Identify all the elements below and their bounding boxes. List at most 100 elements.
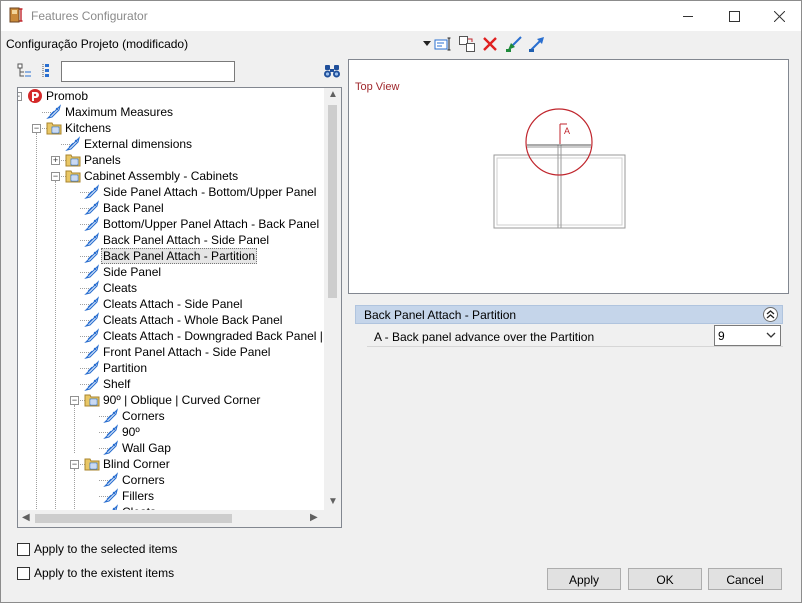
tree-item[interactable]: Bottom/Upper Panel Attach - Back Panel	[18, 216, 324, 232]
tree-item[interactable]: Maximum Measures	[18, 104, 324, 120]
scroll-down-arrow-icon[interactable]: ▼	[328, 496, 338, 507]
collapse-node-icon[interactable]: −	[18, 92, 22, 101]
feature-tree-panel: − Promob Maximum Measures − Kitchens External…	[15, 59, 342, 529]
scroll-up-arrow-icon[interactable]: ▲	[328, 89, 338, 100]
tree-item-label: Cleats Attach - Whole Back Panel	[103, 313, 283, 327]
tree-item-label: Corners	[122, 409, 165, 423]
tree-item-label: Cleats Attach - Downgraded Back Panel | …	[103, 329, 324, 343]
delete-x-icon	[483, 37, 497, 51]
tree-horizontal-scrollbar[interactable]: ◀ ▶	[18, 510, 341, 527]
tree-item[interactable]: 90º	[18, 424, 324, 440]
title-bar: Features Configurator	[1, 1, 801, 31]
tree-item[interactable]: Cleats	[18, 280, 324, 296]
tag-icon	[84, 280, 100, 296]
import-arrow-icon	[506, 36, 522, 52]
copy-configuration-button[interactable]	[457, 34, 477, 54]
property-value-select[interactable]: 9	[714, 325, 781, 346]
apply-existent-checkbox[interactable]	[17, 567, 30, 580]
tree-vertical-scrollbar[interactable]: ▲ ▼	[324, 88, 341, 511]
export-configuration-button[interactable]	[527, 34, 547, 54]
maximize-button[interactable]	[711, 1, 757, 31]
apply-selected-checkbox[interactable]	[17, 543, 30, 556]
tree-item[interactable]: Back Panel	[18, 200, 324, 216]
tag-icon	[84, 296, 100, 312]
close-button[interactable]	[756, 1, 802, 31]
tree-guide-line	[55, 181, 56, 511]
collapse-node-icon[interactable]: −	[70, 460, 79, 469]
property-row: A - Back panel advance over the Partitio…	[367, 325, 783, 347]
tree-item[interactable]: Cleats Attach - Side Panel	[18, 296, 324, 312]
tag-icon	[103, 440, 119, 456]
vertical-scroll-thumb[interactable]	[328, 105, 337, 298]
tree-item[interactable]: − Kitchens	[18, 120, 324, 136]
top-view-preview: Top View A	[348, 59, 789, 294]
tree-item[interactable]: − Blind Corner	[18, 456, 324, 472]
collapse-section-button[interactable]	[763, 307, 778, 322]
tree-rows: − Promob Maximum Measures − Kitchens External…	[18, 88, 324, 511]
rename-icon	[434, 37, 451, 51]
tree-item-label: Wall Gap	[122, 441, 171, 455]
tree-item-label: Kitchens	[65, 121, 112, 135]
delete-configuration-button[interactable]	[480, 34, 500, 54]
scroll-left-arrow-icon[interactable]: ◀	[22, 512, 30, 523]
tree-item[interactable]: Cleats Attach - Whole Back Panel	[18, 312, 324, 328]
tree-item[interactable]: Back Panel Attach - Side Panel	[18, 232, 324, 248]
property-name: A - Back panel advance over the Partitio…	[374, 330, 595, 344]
tree-item[interactable]: External dimensions	[18, 136, 324, 152]
configuration-selector[interactable]: Configuração Projeto (modificado)	[6, 37, 188, 51]
copy-icon	[459, 36, 475, 52]
scroll-right-arrow-icon[interactable]: ▶	[310, 512, 318, 523]
rename-configuration-button[interactable]	[433, 34, 453, 54]
window-title: Features Configurator	[31, 9, 148, 23]
tag-icon	[84, 184, 100, 200]
tree-search-input[interactable]	[61, 61, 235, 82]
tree-item-label: Bottom/Upper Panel Attach - Back Panel	[103, 217, 320, 231]
tree-item[interactable]: + Panels	[18, 152, 324, 168]
tree-item[interactable]: − 90º | Oblique | Curved Corner	[18, 392, 324, 408]
collapse-node-icon[interactable]: −	[32, 124, 41, 133]
horizontal-scroll-thumb[interactable]	[35, 514, 232, 523]
apply-existent-label: Apply to the existent items	[34, 566, 175, 580]
tree-item-label: Back Panel Attach - Side Panel	[103, 233, 270, 247]
tree-item-label: Side Panel Attach - Bottom/Upper Panel	[103, 185, 317, 199]
expand-all-icon[interactable]	[39, 63, 55, 79]
chevron-down-icon	[766, 332, 776, 338]
tree-item[interactable]: Wall Gap	[18, 440, 324, 456]
tag-icon	[84, 344, 100, 360]
tree-item[interactable]: Back Panel Attach - Partition	[18, 248, 324, 264]
cancel-button[interactable]: Cancel	[708, 568, 782, 590]
tree-item[interactable]: Corners	[18, 472, 324, 488]
tree-item[interactable]: Side Panel	[18, 264, 324, 280]
tag-icon	[84, 248, 100, 264]
collapse-node-icon[interactable]: −	[70, 396, 79, 405]
expand-node-icon[interactable]: +	[51, 156, 60, 165]
tree-item[interactable]: Corners	[18, 408, 324, 424]
tree-item[interactable]: Side Panel Attach - Bottom/Upper Panel	[18, 184, 324, 200]
folder-icon	[65, 152, 81, 168]
tree-item-label: Cleats	[103, 281, 138, 295]
binoculars-search-icon[interactable]	[323, 63, 341, 79]
tag-icon	[65, 136, 81, 152]
ok-button[interactable]: OK	[628, 568, 702, 590]
tree-item[interactable]: Partition	[18, 360, 324, 376]
tree-item-label: Promob	[46, 89, 89, 103]
close-icon	[773, 10, 785, 22]
folder-icon	[65, 168, 81, 184]
properties-section-header[interactable]: Back Panel Attach - Partition	[355, 305, 783, 324]
tag-icon	[84, 264, 100, 280]
tree-item[interactable]: Fillers	[18, 488, 324, 504]
collapse-all-icon[interactable]	[17, 63, 33, 79]
tree-item[interactable]: − Promob	[18, 88, 324, 104]
tree-item[interactable]: Cleats Attach - Downgraded Back Panel | …	[18, 328, 324, 344]
tag-icon	[103, 408, 119, 424]
tree-item[interactable]: − Cabinet Assembly - Cabinets	[18, 168, 324, 184]
apply-button[interactable]: Apply	[547, 568, 621, 590]
import-configuration-button[interactable]	[504, 34, 524, 54]
maximize-icon	[728, 10, 740, 22]
tree-item[interactable]: Front Panel Attach - Side Panel	[18, 344, 324, 360]
minimize-button[interactable]	[665, 1, 711, 31]
tree-item-label: Partition	[103, 361, 148, 375]
promob-logo-icon	[27, 88, 43, 104]
tree-item[interactable]: Shelf	[18, 376, 324, 392]
collapse-node-icon[interactable]: −	[51, 172, 60, 181]
